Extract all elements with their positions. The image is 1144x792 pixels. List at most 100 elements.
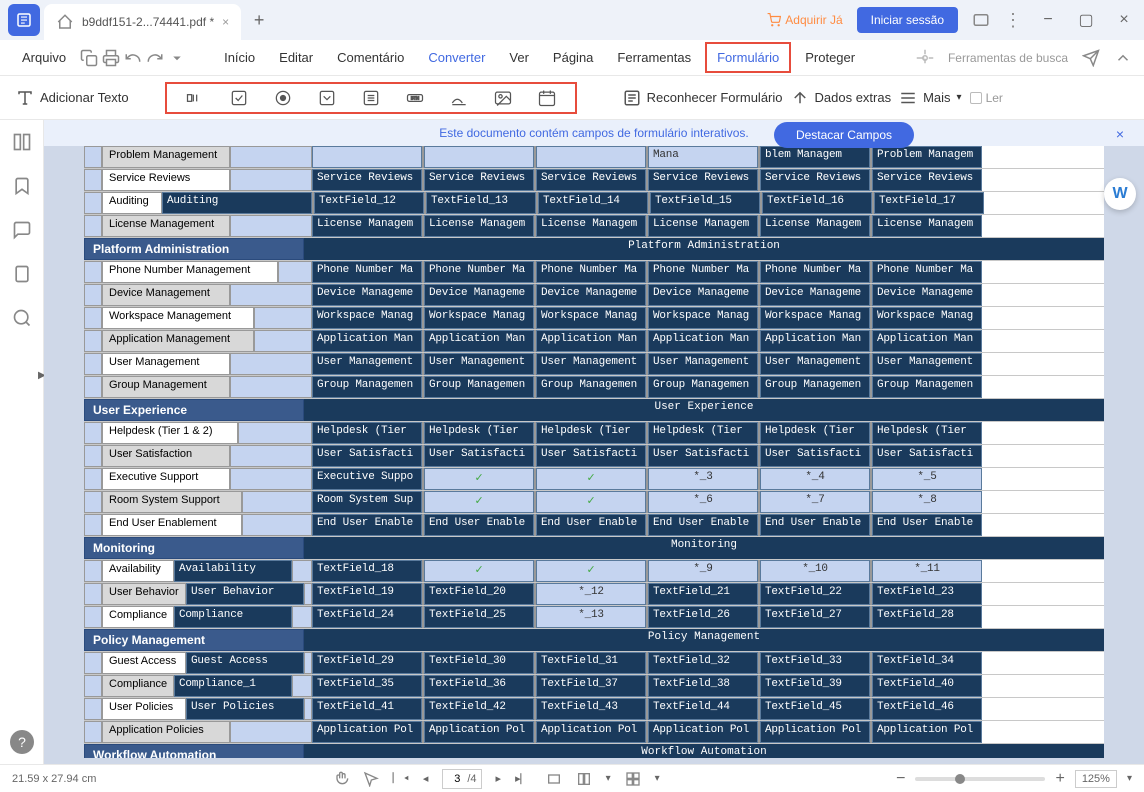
form-field[interactable]: User Behavior [186,583,304,605]
form-field[interactable]: Application Man [872,330,982,352]
form-field[interactable]: End User Enable [312,514,422,536]
menu-arquivo[interactable]: Arquivo [12,44,76,71]
form-field[interactable]: TextField_17 [874,192,984,214]
form-field[interactable]: Service Reviews [760,169,870,191]
hand-icon[interactable] [333,771,349,787]
form-field[interactable]: Workspace Manag [424,307,534,329]
form-field[interactable]: TextField_41 [312,698,422,720]
form-field[interactable]: Phone Number Ma [648,261,758,283]
form-field[interactable]: User Satisfacti [536,445,646,467]
new-tab-button[interactable]: + [245,6,273,34]
form-field[interactable]: TextField_37 [536,675,646,697]
form-field[interactable]: End User Enable [424,514,534,536]
form-field[interactable]: Workspace Manag [648,307,758,329]
listbox-tool[interactable] [361,88,381,108]
cursor-icon[interactable] [363,771,379,787]
form-field[interactable]: Workspace Manag [536,307,646,329]
textfield-tool[interactable] [185,88,205,108]
form-field[interactable]: User Satisfacti [872,445,982,467]
form-field[interactable]: Application Pol [760,721,870,743]
form-field[interactable]: Application Pol [424,721,534,743]
form-field[interactable]: TextField_24 [312,606,422,628]
form-field[interactable]: Service Reviews [312,169,422,191]
document-tab[interactable]: b9ddf151-2...74441.pdf * × [44,4,241,40]
first-page[interactable]: ⎸◂ [393,772,409,785]
form-field[interactable]: blem Managem [760,146,870,168]
form-field[interactable]: *_8 [872,491,982,513]
read-toggle[interactable]: Ler [970,91,1003,105]
form-field[interactable]: Workspace Manag [872,307,982,329]
section-field[interactable]: Policy Management [304,629,1104,651]
form-field[interactable]: User Management [424,353,534,375]
form-field[interactable]: Helpdesk (Tier [536,422,646,444]
tab-close[interactable]: × [222,15,229,29]
menu-proteger[interactable]: Proteger [795,44,865,71]
add-text-tool[interactable]: Adicionar Texto [16,89,129,107]
form-field[interactable]: Device Manageme [760,284,870,306]
form-field[interactable]: User Satisfacti [312,445,422,467]
form-field[interactable]: Application Pol [648,721,758,743]
form-field[interactable]: TextField_19 [312,583,422,605]
checkbox-field[interactable]: ✓ [536,468,646,490]
form-field[interactable]: User Satisfacti [648,445,758,467]
form-field[interactable]: Application Pol [312,721,422,743]
form-field[interactable]: License Managem [648,215,758,237]
form-field[interactable] [424,146,534,168]
form-field[interactable]: User Management [536,353,646,375]
message-icon[interactable] [972,11,990,29]
page-input[interactable] [447,771,467,787]
form-field[interactable]: Phone Number Ma [760,261,870,283]
close-button[interactable]: × [1112,8,1136,32]
next-page[interactable]: ▸ [496,772,502,785]
checkbox-field[interactable]: ✓ [536,491,646,513]
form-field[interactable]: Phone Number Ma [536,261,646,283]
adquirir-link[interactable]: Adquirir Já [767,13,842,27]
menu-pagina[interactable]: Página [543,44,603,71]
form-field[interactable]: TextField_33 [760,652,870,674]
form-field[interactable]: User Management [648,353,758,375]
menu-inicio[interactable]: Início [214,44,265,71]
form-field[interactable]: *_6 [648,491,758,513]
signature-tool[interactable] [449,88,469,108]
form-field[interactable]: License Managem [536,215,646,237]
checkbox-field[interactable]: ✓ [424,468,534,490]
form-field[interactable]: Device Manageme [424,284,534,306]
form-field[interactable]: User Satisfacti [760,445,870,467]
form-field[interactable]: TextField_25 [424,606,534,628]
form-field[interactable]: Device Manageme [312,284,422,306]
fit-width-icon[interactable] [546,771,562,787]
form-field[interactable]: *_11 [872,560,982,582]
button-tool[interactable]: BTN [405,88,425,108]
form-field[interactable]: Application Pol [536,721,646,743]
print-icon[interactable] [102,49,120,67]
collapse-icon[interactable] [1114,49,1132,67]
close-banner[interactable]: × [1116,126,1124,142]
menu-comentario[interactable]: Comentário [327,44,414,71]
form-field[interactable]: *_5 [872,468,982,490]
form-field[interactable]: Service Reviews [648,169,758,191]
menu-editar[interactable]: Editar [269,44,323,71]
form-field[interactable]: Helpdesk (Tier [312,422,422,444]
form-field[interactable]: TextField_38 [648,675,758,697]
thumbnails-icon[interactable] [12,132,32,152]
form-field[interactable]: Room System Sup [312,491,422,513]
checkbox-field[interactable]: ✓ [424,560,534,582]
form-field[interactable]: TextField_34 [872,652,982,674]
form-field[interactable]: TextField_28 [872,606,982,628]
form-field[interactable]: *_3 [648,468,758,490]
form-field[interactable]: TextField_43 [536,698,646,720]
form-field[interactable]: TextField_21 [648,583,758,605]
form-field[interactable]: *_4 [760,468,870,490]
form-field[interactable]: Mana [648,146,758,168]
form-field[interactable]: License Managem [760,215,870,237]
form-field[interactable]: Executive Suppo [312,468,422,490]
form-field[interactable]: TextField_22 [760,583,870,605]
app-logo[interactable] [8,4,40,36]
redo-icon[interactable] [146,49,164,67]
form-field[interactable]: TextField_32 [648,652,758,674]
fit-page-icon[interactable] [576,771,592,787]
search-icon[interactable] [12,308,32,328]
document-viewport[interactable]: Problem ManagementManablem ManagemProble… [84,146,1104,758]
prev-page[interactable]: ◂ [423,772,429,785]
form-field[interactable]: Problem Managem [872,146,982,168]
